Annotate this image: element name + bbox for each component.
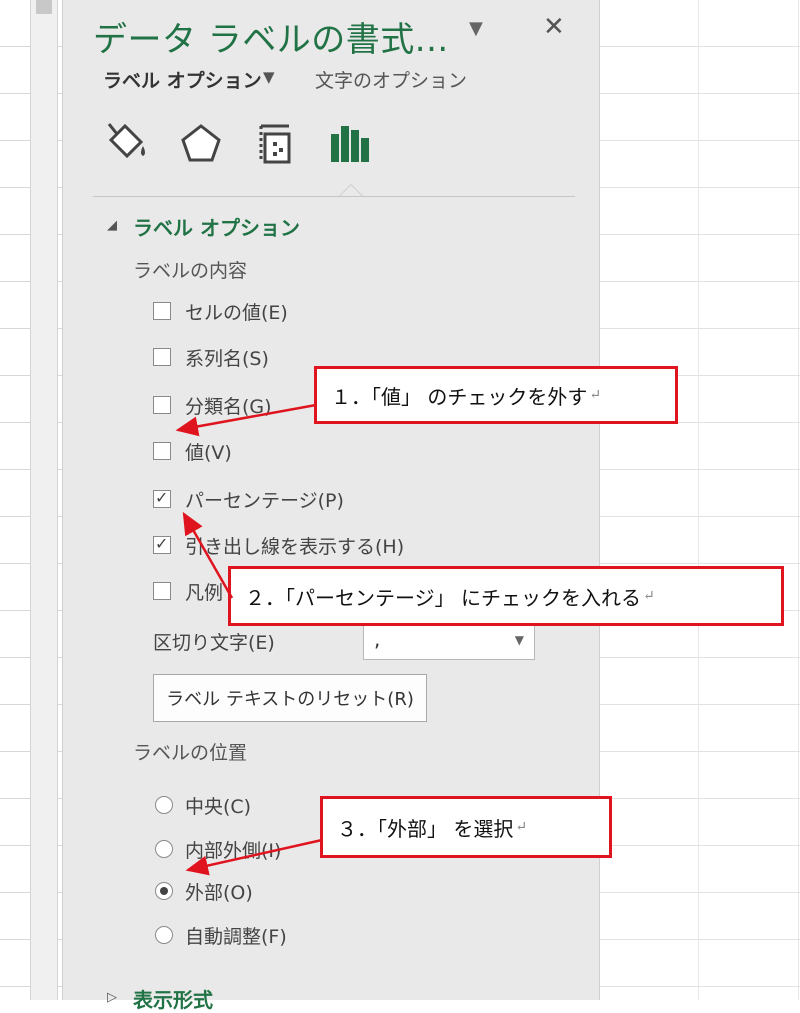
checkbox-label: 凡例	[185, 581, 224, 604]
callout-text: ２．「パーセンテージ」 にチェックを入れる	[245, 585, 641, 610]
callout-text: ３．「外部」 を選択	[337, 816, 514, 841]
radio-center[interactable]	[155, 796, 173, 814]
radio-inside-end[interactable]	[155, 840, 173, 858]
checkbox-legend-key[interactable]	[153, 582, 171, 600]
callout-check-percentage: ２．「パーセンテージ」 にチェックを入れる ↵	[228, 566, 784, 626]
radio-label: 自動調整(F)	[185, 925, 287, 948]
worksheet-right-area	[599, 0, 800, 1000]
return-mark-icon: ↵	[642, 588, 655, 604]
checkbox-row-category-name[interactable]: 分類名(G)	[153, 390, 272, 420]
radio-row-center[interactable]: 中央(C)	[155, 790, 251, 820]
size-properties-icon[interactable]	[249, 118, 301, 170]
callout-text: １．「値」 のチェックを外す	[331, 384, 588, 409]
checkbox-label: 引き出し線を表示する(H)	[185, 535, 405, 558]
selected-icon-pointer	[339, 184, 363, 196]
checkbox-series-name[interactable]	[153, 348, 171, 366]
expand-triangle-icon[interactable]: ▷	[107, 990, 117, 1005]
tab-label-options-dropdown-icon[interactable]: ▼	[263, 68, 275, 86]
checkbox-label: パーセンテージ(P)	[185, 489, 344, 512]
return-mark-icon: ↵	[515, 819, 528, 835]
checkbox-cell-value[interactable]	[153, 302, 171, 320]
separator-select[interactable]: , ▼	[363, 622, 535, 660]
label-position-heading: ラベルの位置	[133, 742, 248, 764]
collapse-triangle-icon[interactable]: ◢	[107, 218, 117, 233]
worksheet-scrollbar[interactable]	[30, 0, 58, 1000]
radio-row-outside-end[interactable]: 外部(O)	[155, 876, 253, 906]
checkbox-label: 系列名(S)	[185, 347, 269, 370]
checkbox-row-series-name[interactable]: 系列名(S)	[153, 342, 269, 372]
section-title-label-options[interactable]: ラベル オプション	[133, 212, 300, 241]
radio-outside-end[interactable]	[155, 882, 173, 900]
radio-best-fit[interactable]	[155, 926, 173, 944]
tab-label-options[interactable]: ラベル オプション	[103, 66, 262, 93]
radio-label: 外部(O)	[185, 881, 253, 904]
close-pane-button[interactable]: ✕	[543, 12, 565, 42]
checkbox-row-legend-key[interactable]: 凡例	[153, 576, 223, 606]
chevron-down-icon[interactable]: ▼	[515, 633, 524, 647]
separator-label: 区切り文字(E)	[153, 632, 275, 654]
worksheet-left-strip	[0, 0, 62, 1000]
checkbox-label: 分類名(G)	[185, 395, 272, 418]
effects-pentagon-icon[interactable]	[175, 118, 227, 170]
return-mark-icon: ↵	[589, 387, 602, 403]
radio-label: 内部外側(I)	[185, 839, 282, 862]
section-title-number-format[interactable]: 表示形式	[133, 984, 213, 1013]
checkbox-category-name[interactable]	[153, 396, 171, 414]
checkbox-row-cell-value[interactable]: セルの値(E)	[153, 296, 288, 326]
separator-value: ,	[374, 627, 381, 651]
icons-divider	[93, 196, 575, 197]
reset-label-text-button[interactable]: ラベル テキストのリセット(R)	[153, 674, 427, 722]
checkbox-row-leader-lines[interactable]: 引き出し線を表示する(H)	[153, 530, 404, 560]
radio-row-inside-end[interactable]: 内部外側(I)	[155, 834, 281, 864]
callout-uncheck-value: １．「値」 のチェックを外す ↵	[314, 366, 678, 424]
checkbox-row-percentage[interactable]: パーセンテージ(P)	[153, 484, 344, 514]
checkbox-row-value[interactable]: 値(V)	[153, 436, 232, 466]
checkbox-leader-lines[interactable]	[153, 534, 171, 554]
tab-text-options[interactable]: 文字のオプション	[315, 66, 467, 93]
checkbox-label: 値(V)	[185, 441, 232, 464]
radio-row-best-fit[interactable]: 自動調整(F)	[155, 920, 287, 950]
callout-select-outside: ３．「外部」 を選択 ↵	[320, 796, 612, 858]
label-options-chart-icon[interactable]	[323, 118, 375, 170]
checkbox-percentage[interactable]	[153, 488, 171, 508]
radio-label: 中央(C)	[185, 795, 252, 818]
pane-title: データ ラベルの書式...	[93, 20, 449, 60]
checkbox-value[interactable]	[153, 442, 171, 460]
scrollbar-thumb[interactable]	[36, 0, 52, 14]
pane-options-dropdown-icon[interactable]: ▼	[469, 18, 483, 39]
checkbox-label: セルの値(E)	[185, 301, 288, 324]
fill-line-icon[interactable]	[97, 118, 149, 170]
label-contents-heading: ラベルの内容	[133, 260, 248, 282]
